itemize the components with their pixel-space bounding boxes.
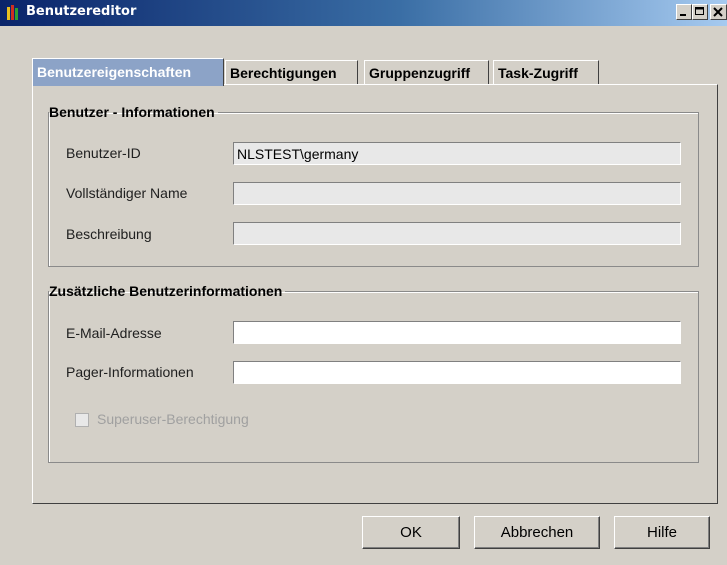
user-info-legend: Benutzer - Informationen — [49, 104, 215, 120]
ok-button[interactable]: OK — [362, 516, 460, 549]
minimize-button[interactable] — [676, 4, 692, 20]
pager-field[interactable] — [233, 361, 681, 384]
full-name-label: Vollständiger Name — [66, 185, 188, 201]
superuser-label: Superuser-Berechtigung — [97, 411, 249, 427]
minimize-icon — [680, 14, 686, 16]
app-icon — [7, 5, 18, 20]
superuser-checkbox[interactable] — [75, 413, 89, 427]
user-id-field[interactable] — [233, 142, 681, 165]
close-button[interactable] — [710, 4, 727, 20]
pager-label: Pager-Informationen — [66, 364, 194, 380]
title-bar[interactable]: Benutzereditor — [0, 0, 727, 26]
email-field[interactable] — [233, 321, 681, 344]
maximize-icon — [695, 7, 704, 15]
maximize-button[interactable] — [692, 4, 708, 20]
description-label: Beschreibung — [66, 226, 152, 242]
full-name-field[interactable] — [233, 182, 681, 205]
help-button[interactable]: Hilfe — [614, 516, 710, 549]
window-title: Benutzereditor — [26, 4, 137, 19]
description-field[interactable] — [233, 222, 681, 245]
cancel-button[interactable]: Abbrechen — [474, 516, 600, 549]
tab-gruppenzugriff[interactable]: Gruppenzugriff — [364, 60, 489, 84]
extra-info-legend: Zusätzliche Benutzerinformationen — [49, 283, 283, 299]
tab-berechtigungen[interactable]: Berechtigungen — [225, 60, 358, 84]
tab-benutzereigenschaften[interactable]: Benutzereigenschaften — [32, 58, 224, 86]
close-icon — [713, 7, 723, 17]
user-id-label: Benutzer-ID — [66, 145, 141, 161]
email-label: E-Mail-Adresse — [66, 325, 162, 341]
tab-task-zugriff[interactable]: Task-Zugriff — [493, 60, 599, 84]
